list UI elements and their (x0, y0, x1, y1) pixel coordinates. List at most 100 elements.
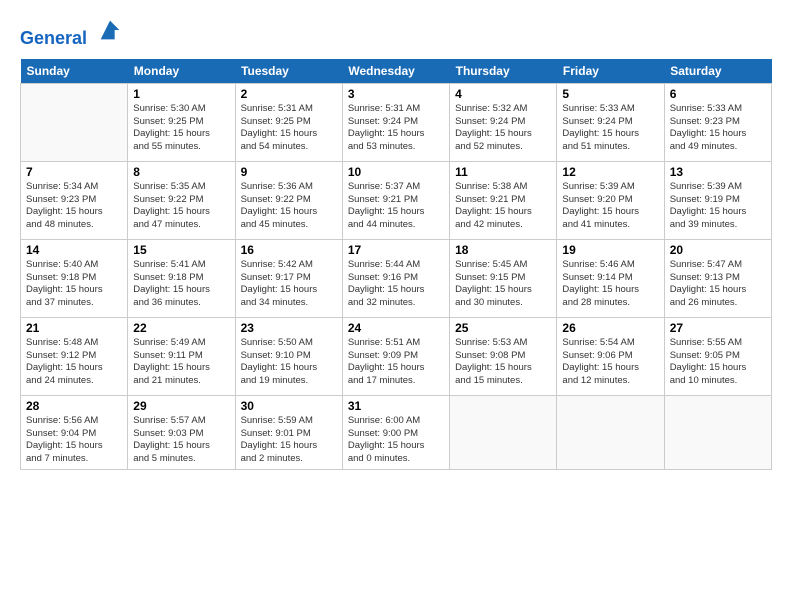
calendar-cell: 24Sunrise: 5:51 AM Sunset: 9:09 PM Dayli… (342, 317, 449, 395)
date-number: 26 (562, 321, 658, 335)
calendar-cell: 25 Sunrise: 5:53 AM Sunset: 9:08 PM Dayli… (450, 317, 557, 395)
date-number: 1 (133, 87, 229, 101)
cell-content: Sunrise: 5:53 AM Sunset: 9:08 PM Dayligh… (455, 337, 551, 388)
calendar-cell: 3 Sunrise: 5:31 AM Sunset: 9:24 PM Daylig… (342, 83, 449, 161)
cell-content: Sunrise: 5:42 AM Sunset: 9:17 PM Dayligh… (241, 259, 337, 310)
cell-content: Sunrise: 5:50 AM Sunset: 9:10 PM Dayligh… (241, 337, 337, 388)
cell-content: Sunrise: 5:31 AM Sunset: 9:24 PM Dayligh… (348, 103, 444, 154)
calendar-cell: 20 Sunrise: 5:47 AM Sunset: 9:13 PM Dayli… (664, 239, 771, 317)
calendar-cell (450, 395, 557, 469)
cell-content: Sunrise: 5:47 AM Sunset: 9:13 PM Dayligh… (670, 259, 766, 310)
calendar-cell: 29 Sunrise: 5:57 AM Sunset: 9:03 PM Dayli… (128, 395, 235, 469)
calendar-cell: 1 Sunrise: 5:30 AM Sunset: 9:25 PM Daylig… (128, 83, 235, 161)
calendar-cell: 22 Sunrise: 5:49 AM Sunset: 9:11 PM Dayli… (128, 317, 235, 395)
calendar-week-1: 7 Sunrise: 5:34 AM Sunset: 9:23 PM Daylig… (21, 161, 772, 239)
page-container: General SundayMondayTuesdayWednesdayThur… (0, 0, 792, 480)
day-header-thursday: Thursday (450, 59, 557, 84)
cell-content: Sunrise: 5:35 AM Sunset: 9:22 PM Dayligh… (133, 181, 229, 232)
calendar-cell: 31 Sunrise: 6:00 AM Sunset: 9:00 PM Dayli… (342, 395, 449, 469)
calendar-cell: 10Sunrise: 5:37 AM Sunset: 9:21 PM Dayli… (342, 161, 449, 239)
cell-content: Sunrise: 5:48 AM Sunset: 9:12 PM Dayligh… (26, 337, 122, 388)
logo-text: General (20, 20, 124, 49)
calendar-cell: 27 Sunrise: 5:55 AM Sunset: 9:05 PM Dayli… (664, 317, 771, 395)
date-number: 7 (26, 165, 122, 179)
cell-content: Sunrise: 5:30 AM Sunset: 9:25 PM Dayligh… (133, 103, 229, 154)
cell-content: Sunrise: 5:41 AM Sunset: 9:18 PM Dayligh… (133, 259, 229, 310)
cell-content: Sunrise: 5:33 AM Sunset: 9:24 PM Dayligh… (562, 103, 658, 154)
cell-content: Sunrise: 5:40 AM Sunset: 9:18 PM Dayligh… (26, 259, 122, 310)
date-number: 31 (348, 399, 444, 413)
date-number: 22 (133, 321, 229, 335)
calendar-cell: 23 Sunrise: 5:50 AM Sunset: 9:10 PM Dayli… (235, 317, 342, 395)
date-number: 9 (241, 165, 337, 179)
calendar-cell: 28 Sunrise: 5:56 AM Sunset: 9:04 PM Dayli… (21, 395, 128, 469)
calendar-cell: 4 Sunrise: 5:32 AM Sunset: 9:24 PM Daylig… (450, 83, 557, 161)
date-number: 23 (241, 321, 337, 335)
date-number: 14 (26, 243, 122, 257)
cell-content: Sunrise: 6:00 AM Sunset: 9:00 PM Dayligh… (348, 415, 444, 466)
date-number: 28 (26, 399, 122, 413)
date-number: 19 (562, 243, 658, 257)
cell-content: Sunrise: 5:46 AM Sunset: 9:14 PM Dayligh… (562, 259, 658, 310)
cell-content: Sunrise: 5:31 AM Sunset: 9:25 PM Dayligh… (241, 103, 337, 154)
date-number: 8 (133, 165, 229, 179)
calendar-cell (557, 395, 664, 469)
logo-icon (96, 16, 124, 44)
calendar-cell: 9 Sunrise: 5:36 AM Sunset: 9:22 PM Daylig… (235, 161, 342, 239)
date-number: 30 (241, 399, 337, 413)
calendar-cell: 14 Sunrise: 5:40 AM Sunset: 9:18 PM Dayli… (21, 239, 128, 317)
calendar-cell: 8 Sunrise: 5:35 AM Sunset: 9:22 PM Daylig… (128, 161, 235, 239)
calendar-week-4: 28 Sunrise: 5:56 AM Sunset: 9:04 PM Dayli… (21, 395, 772, 469)
cell-content: Sunrise: 5:34 AM Sunset: 9:23 PM Dayligh… (26, 181, 122, 232)
calendar-body: 1 Sunrise: 5:30 AM Sunset: 9:25 PM Daylig… (21, 83, 772, 469)
date-number: 18 (455, 243, 551, 257)
date-number: 20 (670, 243, 766, 257)
cell-content: Sunrise: 5:44 AM Sunset: 9:16 PM Dayligh… (348, 259, 444, 310)
cell-content: Sunrise: 5:51 AM Sunset: 9:09 PM Dayligh… (348, 337, 444, 388)
calendar-cell: 15Sunrise: 5:41 AM Sunset: 9:18 PM Dayli… (128, 239, 235, 317)
calendar-cell: 6Sunrise: 5:33 AM Sunset: 9:23 PM Daylig… (664, 83, 771, 161)
cell-content: Sunrise: 5:39 AM Sunset: 9:19 PM Dayligh… (670, 181, 766, 232)
date-number: 27 (670, 321, 766, 335)
calendar-cell: 21 Sunrise: 5:48 AM Sunset: 9:12 PM Dayli… (21, 317, 128, 395)
day-header-sunday: Sunday (21, 59, 128, 84)
date-number: 2 (241, 87, 337, 101)
date-number: 21 (26, 321, 122, 335)
logo-general: General (20, 28, 87, 48)
cell-content: Sunrise: 5:33 AM Sunset: 9:23 PM Dayligh… (670, 103, 766, 154)
calendar-cell: 5 Sunrise: 5:33 AM Sunset: 9:24 PM Daylig… (557, 83, 664, 161)
calendar-cell: 17 Sunrise: 5:44 AM Sunset: 9:16 PM Dayli… (342, 239, 449, 317)
day-header-saturday: Saturday (664, 59, 771, 84)
calendar-week-2: 14 Sunrise: 5:40 AM Sunset: 9:18 PM Dayli… (21, 239, 772, 317)
logo: General (20, 20, 124, 49)
cell-content: Sunrise: 5:39 AM Sunset: 9:20 PM Dayligh… (562, 181, 658, 232)
cell-content: Sunrise: 5:38 AM Sunset: 9:21 PM Dayligh… (455, 181, 551, 232)
date-number: 17 (348, 243, 444, 257)
cell-content: Sunrise: 5:49 AM Sunset: 9:11 PM Dayligh… (133, 337, 229, 388)
calendar-cell: 30 Sunrise: 5:59 AM Sunset: 9:01 PM Dayli… (235, 395, 342, 469)
calendar-week-3: 21 Sunrise: 5:48 AM Sunset: 9:12 PM Dayli… (21, 317, 772, 395)
date-number: 4 (455, 87, 551, 101)
date-number: 16 (241, 243, 337, 257)
cell-content: Sunrise: 5:55 AM Sunset: 9:05 PM Dayligh… (670, 337, 766, 388)
cell-content: Sunrise: 5:36 AM Sunset: 9:22 PM Dayligh… (241, 181, 337, 232)
calendar-cell: 16 Sunrise: 5:42 AM Sunset: 9:17 PM Dayli… (235, 239, 342, 317)
day-header-wednesday: Wednesday (342, 59, 449, 84)
cell-content: Sunrise: 5:57 AM Sunset: 9:03 PM Dayligh… (133, 415, 229, 466)
calendar-cell: 19 Sunrise: 5:46 AM Sunset: 9:14 PM Dayli… (557, 239, 664, 317)
date-number: 12 (562, 165, 658, 179)
date-number: 29 (133, 399, 229, 413)
date-number: 3 (348, 87, 444, 101)
calendar-cell: 2 Sunrise: 5:31 AM Sunset: 9:25 PM Daylig… (235, 83, 342, 161)
cell-content: Sunrise: 5:32 AM Sunset: 9:24 PM Dayligh… (455, 103, 551, 154)
date-number: 25 (455, 321, 551, 335)
cell-content: Sunrise: 5:54 AM Sunset: 9:06 PM Dayligh… (562, 337, 658, 388)
calendar-cell: 11Sunrise: 5:38 AM Sunset: 9:21 PM Dayli… (450, 161, 557, 239)
cell-content: Sunrise: 5:59 AM Sunset: 9:01 PM Dayligh… (241, 415, 337, 466)
calendar-week-0: 1 Sunrise: 5:30 AM Sunset: 9:25 PM Daylig… (21, 83, 772, 161)
day-header-tuesday: Tuesday (235, 59, 342, 84)
date-number: 5 (562, 87, 658, 101)
cell-content: Sunrise: 5:45 AM Sunset: 9:15 PM Dayligh… (455, 259, 551, 310)
cell-content: Sunrise: 5:56 AM Sunset: 9:04 PM Dayligh… (26, 415, 122, 466)
calendar-cell (664, 395, 771, 469)
